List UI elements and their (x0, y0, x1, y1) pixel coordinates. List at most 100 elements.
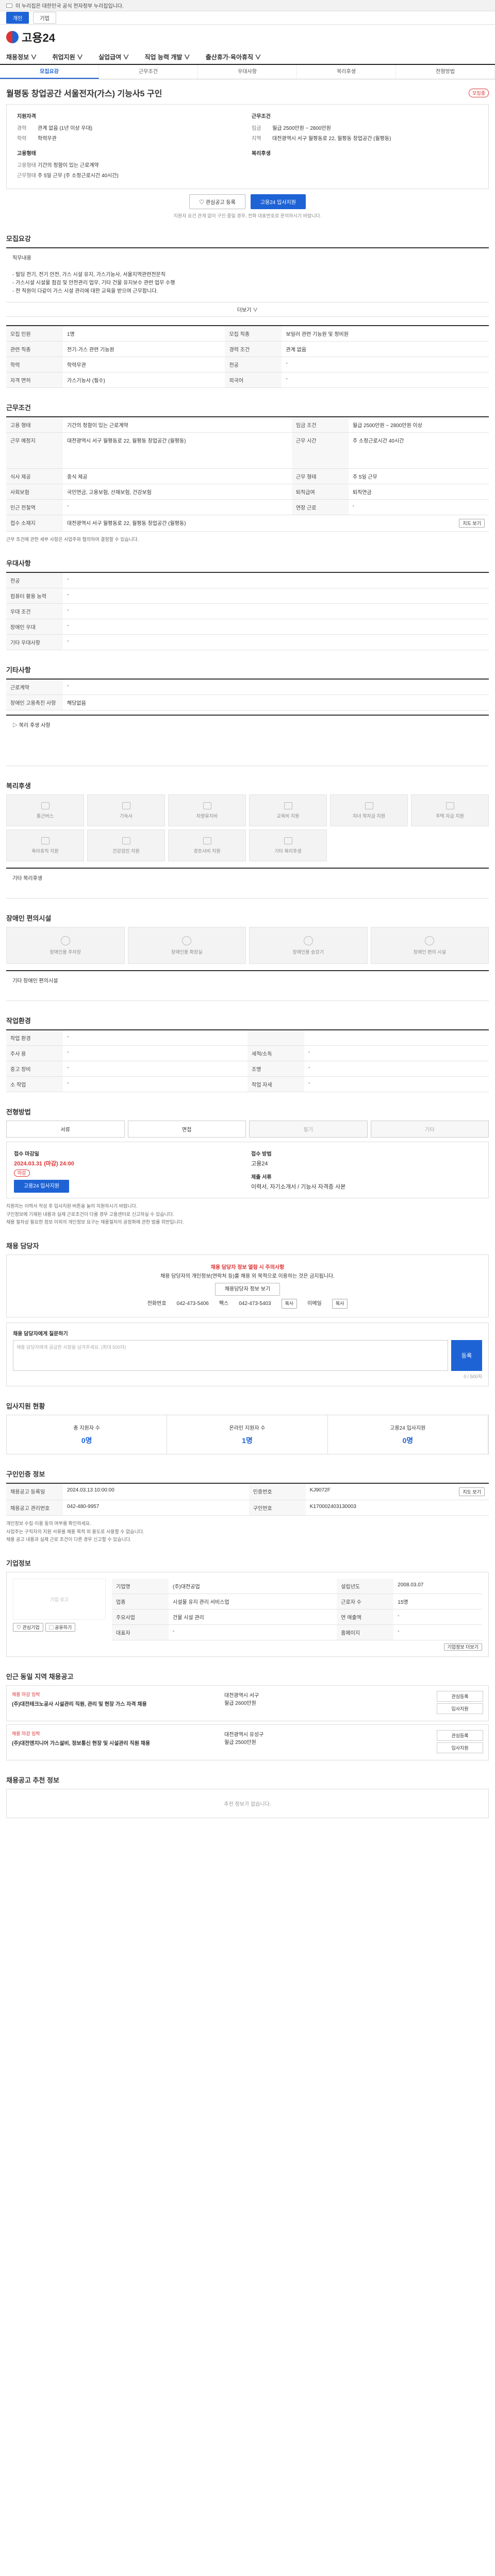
copy-button[interactable]: 복사 (281, 1299, 298, 1309)
deadline-label: 접수 마감일 (14, 1151, 39, 1158)
facility-item: 장애인용 주차장 (6, 927, 125, 964)
section-related-title: 인근 동일 지역 채용공고 (6, 1673, 74, 1681)
section-status: 입사지원 현황 총 지원자 수 0명 온라인 지원자 수 1명 고용24 입사지원 0… (6, 1401, 489, 1455)
facility-item: 장애인용 승강기 (249, 927, 368, 964)
comment-title: 채용 담당자에게 질문하기 (13, 1331, 68, 1337)
baby-icon (41, 837, 50, 844)
cond-footnote: 근무 조건에 관한 세부 사항은 사업주와 협의하여 결정할 수 있습니다. (6, 537, 139, 542)
welfare-grid: 통근버스 기숙사 차량유지비 교육비 지원 자녀 학자금 지원 주택 자금 지원… (6, 794, 489, 862)
section-related: 인근 동일 지역 채용공고 채용 마감 임박 (주)대전테크노공사 시설관리 직원… (6, 1671, 489, 1761)
company-share-button[interactable]: ▢ 공유하기 (45, 1623, 76, 1632)
apply-button[interactable]: 고용24 입사지원 (250, 194, 306, 209)
method-label: 접수 방법 (251, 1151, 272, 1158)
subtab-cond[interactable]: 근무조건 (99, 65, 198, 79)
section-cond-title: 근무조건 (6, 404, 31, 412)
comment-submit-button[interactable]: 등록 (451, 1340, 482, 1371)
etc-table: 근로계약 - 장애인 고용촉진 사항 해당없음 (6, 679, 489, 711)
company-detail-button[interactable]: 기업정보 더보기 (443, 1643, 482, 1651)
section-contact-title: 채용 담당자 (6, 1242, 39, 1250)
fax-label: 팩스 (219, 1301, 229, 1307)
nav-training[interactable]: 직업 능력 개발 ∨ (145, 53, 190, 61)
related-bookmark-button[interactable]: 관심등록 (437, 1730, 483, 1741)
parking-icon (60, 936, 70, 945)
related-job[interactable]: 채용 마감 임박 (주)대전테크노공사 시설관리 직원, 관리 및 현장 가스 자… (6, 1685, 489, 1722)
method-steps: 서류 면접 필기 기타 (6, 1121, 489, 1138)
welfare-item: 경조사비 지원 (168, 829, 246, 862)
status-cell: 온라인 지원자 수 1명 (167, 1415, 328, 1454)
recruit-table: 모집 인원 1명 모집 직종 보일러 관련 기능원 및 정비원 관련 직종 전기·가스 … (6, 325, 489, 388)
subtab-pref[interactable]: 우대사항 (198, 65, 297, 79)
toilet-icon (182, 936, 192, 945)
comment-input[interactable]: 채용 담당자에게 궁금한 사항을 남겨주세요. (최대 500자) (13, 1340, 448, 1371)
company-card: 기업 로고 ♡ 관심기업 ▢ 공유하기 기업명 (주)대전공업 설립년도 2008.0… (6, 1572, 489, 1657)
related-job[interactable]: 채용 마감 임박 (주)대전엔지니어 가스설비, 정보통신 현장 및 시설관리 직… (6, 1724, 489, 1761)
company-logo: 기업 로고 (13, 1579, 106, 1620)
nav-support[interactable]: 취업지원 ∨ (53, 53, 84, 61)
section-recruit: 모집요강 직무내용 - 빌딩 전기, 전기 안전, 가스 시설 유지, 가스기능… (6, 233, 489, 388)
summary-type-head: 고용형태 (17, 151, 36, 157)
subtab-recruit[interactable]: 모집요강 (0, 65, 99, 79)
copy-email-button[interactable]: 복사 (332, 1299, 348, 1309)
contact-alert: 채용 담당자 정보 열람 시 주의사항 채용 담당자의 개인정보(연락처 등)를… (6, 1255, 489, 1318)
selection-notes: 지원자는 이력서 작성 후 입사지원 버튼을 눌러 지원하시기 바랍니다. 구인… (6, 1204, 184, 1225)
section-tabs: 모집요강 근무조건 우대사항 복리후생 전형방법 (0, 65, 495, 79)
welfare-item: 기타 복리후생 (249, 829, 327, 862)
home-icon (446, 802, 454, 809)
alert-title: 채용 담당자 정보 열람 시 주의사항 (210, 1265, 285, 1271)
bookmark-button[interactable]: ♡ 관심공고 등록 (189, 194, 245, 209)
nav-leave[interactable]: 출산휴가·육아휴직 ∨ (206, 53, 261, 61)
email-label: 이메일 (307, 1301, 322, 1307)
wheelchair-icon (425, 936, 435, 945)
method-step: 기타 (370, 1121, 489, 1138)
subtab-welfare[interactable]: 복리후생 (297, 65, 396, 79)
method-step: 서류 (6, 1121, 125, 1138)
status-grid: 총 지원자 수 0명 온라인 지원자 수 1명 고용24 입사지원 0명 (6, 1415, 489, 1455)
reg-map-button[interactable]: 지도 보기 (459, 1487, 485, 1497)
map-button[interactable]: 지도 보기 (459, 519, 485, 528)
alert-body: 채용 담당자의 개인정보(연락처 등)를 채용 외 목적으로 이용하는 것은 금… (160, 1274, 335, 1280)
comment-box: 채용 담당자에게 질문하기 채용 담당자에게 궁금한 사항을 남겨주세요. (최… (6, 1323, 489, 1387)
related-apply-button[interactable]: 입사지원 (437, 1703, 483, 1715)
gov-banner-text: 이 누리집은 대한민국 공식 전자정부 누리집입니다. (15, 4, 124, 9)
welfare-item: 차량유지비 (168, 794, 246, 827)
gov-banner: 이 누리집은 대한민국 공식 전자정부 누리집입니다. (0, 0, 495, 11)
company-table: 기업명 (주)대전공업 설립년도 2008.03.07 업종 시설물 유지 관리 서비스… (112, 1579, 482, 1641)
fax-value: 042-473-5403 (239, 1301, 271, 1307)
tab-company[interactable]: 기업 (33, 12, 56, 24)
view-contact-button[interactable]: 채용담당자 정보 보기 (214, 1283, 280, 1296)
section-preference: 우대사항 전공 - 컴퓨터 활용 능력 - 우대 조건 - 장애인 우대 - 기타 우대… (6, 558, 489, 651)
nav-benefit[interactable]: 실업급여 ∨ (98, 53, 129, 61)
nav-jobs[interactable]: 채용정보 ∨ (6, 53, 37, 61)
method-step: 필기 (249, 1121, 368, 1138)
section-disabled: 장애인 편의시설 장애인용 주차장 장애인용 화장실 장애인용 승강기 장애인 … (6, 913, 489, 1002)
site-logo[interactable]: 고용24 (6, 29, 55, 45)
welfare-item: 교육비 지원 (249, 794, 327, 827)
section-selection: 전형방법 서류 면접 필기 기타 접수 마감일 2024.03.31 (마감) … (6, 1107, 489, 1226)
flag-icon (6, 3, 12, 8)
comment-count: 0 / 500자 (464, 1374, 482, 1380)
elevator-icon (303, 936, 313, 945)
apply-note: 지원자 요건 관계 없이 구인 중일 경우, 전화 대표번호로 문의하시기 바랍… (173, 213, 322, 218)
tab-personal[interactable]: 개인 (6, 12, 29, 24)
phone-label: 전화번호 (147, 1301, 167, 1307)
section-pref-title: 우대사항 (6, 560, 31, 568)
section-selection-title: 전형방법 (6, 1108, 31, 1116)
job-summary: 지원자격 경력 관계 없음 (1년 이상 우대) 학력 학력무관 고용형태 고용형태… (6, 104, 489, 189)
company-bookmark-button[interactable]: ♡ 관심기업 (13, 1623, 43, 1632)
subtab-selection[interactable]: 전형방법 (396, 65, 495, 79)
book-icon (284, 802, 292, 809)
section-company-title: 기업정보 (6, 1560, 31, 1568)
section-welfare-title: 복리후생 (6, 782, 31, 790)
docs-value: 이력서, 자기소개서 / 기능사 자격증 사본 (251, 1184, 346, 1191)
welfare-item: 자녀 학자금 지원 (330, 794, 408, 827)
related-bookmark-button[interactable]: 관심등록 (437, 1691, 483, 1702)
section-recommend-title: 채용공고 추천 정보 (6, 1776, 59, 1785)
disabled-grid: 장애인용 주차장 장애인용 화장실 장애인용 승강기 장애인 편의 시설 (6, 927, 489, 964)
section-conditions: 근무조건 고용 형태 기간의 정함이 있는 근로계약 임금 조건 월급 2500만원 … (6, 402, 489, 544)
related-apply-button[interactable]: 입사지원 (437, 1742, 483, 1754)
etc-icon (284, 837, 292, 844)
header: 고용24 (0, 25, 495, 49)
apply-button-2[interactable]: 고용24 입사지원 (14, 1180, 70, 1193)
more-button[interactable]: 더보기 ∨ (6, 302, 489, 317)
section-contact: 채용 담당자 채용 담당자 정보 열람 시 주의사항 채용 담당자의 개인정보(… (6, 1241, 489, 1387)
